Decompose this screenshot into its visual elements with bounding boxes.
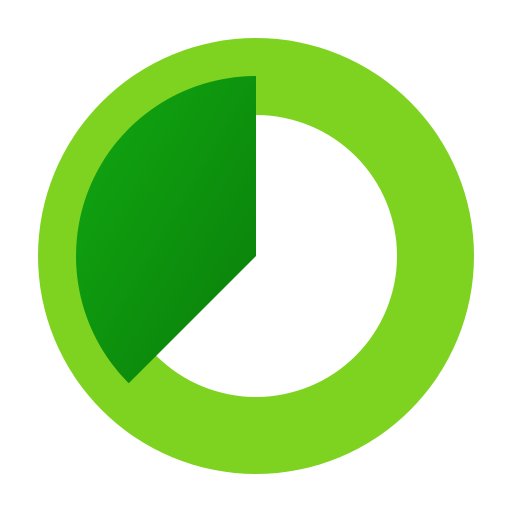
app-icon-canvas bbox=[0, 0, 512, 512]
timer-progress-icon bbox=[38, 38, 474, 474]
